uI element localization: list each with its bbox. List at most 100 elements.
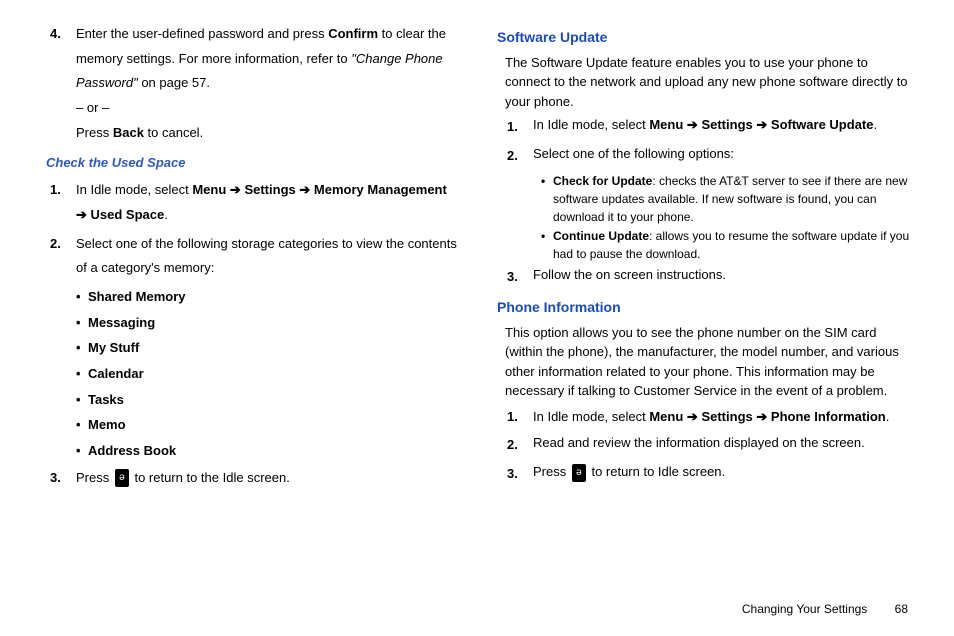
- text: on page 57.: [138, 75, 210, 90]
- step-text: Enter the user-defined password and pres…: [76, 22, 457, 145]
- arrow-icon: ➔: [687, 117, 698, 132]
- text-bold: Settings: [244, 182, 295, 197]
- list-item: 3. Press ə to return to the Idle screen.: [50, 466, 457, 491]
- bullet-item: •Shared Memory: [76, 285, 457, 310]
- footer-page-number: 68: [895, 602, 908, 616]
- bullet-text: Shared Memory: [88, 285, 457, 310]
- heading-software-update: Software Update: [497, 24, 914, 51]
- text: Press: [76, 470, 113, 485]
- text-bold: Menu: [192, 182, 226, 197]
- bullet-icon: •: [541, 227, 553, 263]
- text-bold: Confirm: [328, 26, 378, 41]
- step-number: 4.: [50, 22, 76, 145]
- text: Press: [76, 125, 113, 140]
- text: to return to the Idle screen.: [131, 470, 290, 485]
- arrow-icon: ➔: [76, 207, 87, 222]
- text-bold: Back: [113, 125, 144, 140]
- bullet-item: •Messaging: [76, 311, 457, 336]
- text-bold: Continue Update: [553, 229, 649, 243]
- bullet-item: •Address Book: [76, 439, 457, 464]
- step-text: Read and review the information displaye…: [533, 433, 914, 458]
- text-bold: Memory Management: [314, 182, 447, 197]
- step-text: In Idle mode, select Menu ➔ Settings ➔ M…: [76, 178, 457, 227]
- step-number: 3.: [507, 462, 533, 487]
- text-bold: Settings: [701, 409, 752, 424]
- page-container: 4. Enter the user-defined password and p…: [0, 0, 954, 590]
- list-item: 1. In Idle mode, select Menu ➔ Settings …: [50, 178, 457, 227]
- list-item: 2. Select one of the following storage c…: [50, 232, 457, 281]
- step-number: 2.: [50, 232, 76, 281]
- text: Enter the user-defined password and pres…: [76, 26, 328, 41]
- bullet-icon: •: [76, 336, 88, 361]
- list-item: 3. Press ə to return to Idle screen.: [507, 462, 914, 487]
- list-item: 1. In Idle mode, select Menu ➔ Settings …: [507, 115, 914, 140]
- bullet-icon: •: [541, 172, 553, 226]
- text: In Idle mode, select: [533, 409, 649, 424]
- step-number: 1.: [507, 405, 533, 430]
- step-text: Follow the on screen instructions.: [533, 265, 914, 290]
- list-item: 3. Follow the on screen instructions.: [507, 265, 914, 290]
- text-bold: Used Space: [91, 207, 165, 222]
- arrow-icon: ➔: [756, 409, 767, 424]
- bullet-icon: •: [76, 413, 88, 438]
- bullet-text: Messaging: [88, 311, 457, 336]
- list-item: 2. Select one of the following options:: [507, 144, 914, 169]
- step-text: Select one of the following options:: [533, 144, 914, 169]
- text-bold: Check for Update: [553, 174, 652, 188]
- text-bold: Menu: [649, 117, 683, 132]
- text-bold: Software Update: [771, 117, 874, 132]
- paragraph: The Software Update feature enables you …: [505, 53, 914, 112]
- step-text: In Idle mode, select Menu ➔ Settings ➔ P…: [533, 405, 914, 430]
- left-column: 4. Enter the user-defined password and p…: [40, 20, 457, 590]
- arrow-icon: ➔: [756, 117, 767, 132]
- arrow-icon: ➔: [687, 409, 698, 424]
- step-number: 3.: [50, 466, 76, 491]
- heading-phone-information: Phone Information: [497, 294, 914, 321]
- text: to return to Idle screen.: [588, 464, 725, 479]
- bullet-item: • Continue Update: allows you to resume …: [541, 227, 914, 263]
- list-item: 1. In Idle mode, select Menu ➔ Settings …: [507, 405, 914, 430]
- arrow-icon: ➔: [299, 182, 310, 197]
- end-key-icon: ə: [115, 469, 129, 487]
- bullet-item: •Tasks: [76, 388, 457, 413]
- bullet-text: Calendar: [88, 362, 457, 387]
- end-key-icon: ə: [572, 464, 586, 482]
- subheading-check-used-space: Check the Used Space: [46, 151, 457, 176]
- bullet-icon: •: [76, 285, 88, 310]
- text: In Idle mode, select: [533, 117, 649, 132]
- arrow-icon: ➔: [230, 182, 241, 197]
- text-or: – or –: [76, 96, 457, 121]
- bullet-text: My Stuff: [88, 336, 457, 361]
- text-bold: Phone Information: [771, 409, 886, 424]
- bullet-item: •Calendar: [76, 362, 457, 387]
- step-text: In Idle mode, select Menu ➔ Settings ➔ S…: [533, 115, 914, 140]
- bullet-icon: •: [76, 388, 88, 413]
- bullet-item: • Check for Update: checks the AT&T serv…: [541, 172, 914, 226]
- list-item: 2. Read and review the information displ…: [507, 433, 914, 458]
- step-number: 1.: [507, 115, 533, 140]
- bullet-icon: •: [76, 362, 88, 387]
- footer-section: Changing Your Settings: [742, 602, 867, 616]
- step-number: 2.: [507, 433, 533, 458]
- text-bold: Settings: [701, 117, 752, 132]
- text: In Idle mode, select: [76, 182, 192, 197]
- text-bold: Menu: [649, 409, 683, 424]
- bullet-text: Tasks: [88, 388, 457, 413]
- text: Press Back to cancel.: [76, 121, 457, 146]
- text: to cancel.: [144, 125, 203, 140]
- bullet-icon: •: [76, 311, 88, 336]
- bullet-text: Memo: [88, 413, 457, 438]
- page-footer: Changing Your Settings 68: [742, 602, 908, 616]
- step-text: Select one of the following storage cate…: [76, 232, 457, 281]
- step-number: 3.: [507, 265, 533, 290]
- bullet-text: Check for Update: checks the AT&T server…: [553, 172, 914, 226]
- step-text: Press ə to return to the Idle screen.: [76, 466, 457, 491]
- bullet-item: •Memo: [76, 413, 457, 438]
- step-number: 1.: [50, 178, 76, 227]
- right-column: Software Update The Software Update feat…: [497, 20, 914, 590]
- list-item: 4. Enter the user-defined password and p…: [50, 22, 457, 145]
- bullet-text: Continue Update: allows you to resume th…: [553, 227, 914, 263]
- step-text: Press ə to return to Idle screen.: [533, 462, 914, 487]
- paragraph: This option allows you to see the phone …: [505, 323, 914, 401]
- bullet-text: Address Book: [88, 439, 457, 464]
